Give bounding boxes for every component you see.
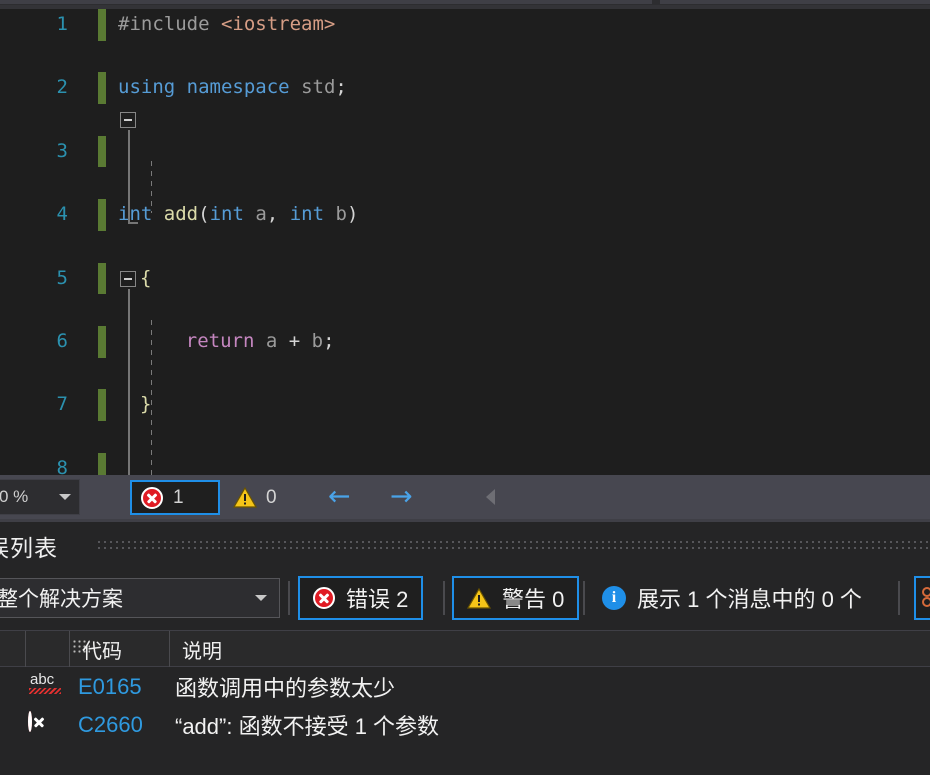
line-text: #include <iostream> xyxy=(118,13,336,35)
code-line[interactable]: 8 xyxy=(0,452,930,475)
line-text: return a + b; xyxy=(140,329,335,352)
code-line[interactable]: 1 #include <iostream> xyxy=(0,9,930,41)
warning-triangle-icon xyxy=(233,487,257,508)
filter-warnings-label: 警告 0 xyxy=(502,587,565,612)
line-number: 3 xyxy=(56,139,68,162)
line-number: 6 xyxy=(56,329,68,352)
navigate-back-icon[interactable]: ← xyxy=(328,483,351,511)
indent-guide xyxy=(151,161,152,213)
code-editor[interactable]: 1 #include <iostream> 2 using namespace … xyxy=(0,9,930,475)
error-circle-icon xyxy=(313,587,335,609)
toolbar-separator xyxy=(288,581,290,615)
line-text: using namespace std; xyxy=(118,76,347,99)
changed-marker xyxy=(98,262,106,295)
line-number: 2 xyxy=(56,76,68,99)
filter-errors-label: 错误 2 xyxy=(346,587,409,612)
code-line[interactable]: 3 xyxy=(0,135,930,168)
tab-well-strip xyxy=(0,0,930,9)
grid-header-row: 代码 说明 xyxy=(0,630,930,667)
toolbar-separator xyxy=(443,581,445,615)
error-list-panel: 误列表 整个解决方案 错误 2 xyxy=(0,519,930,775)
code-line[interactable]: 6 return a + b; xyxy=(0,325,930,358)
filter-messages-button[interactable]: i 展示 1 个消息中的 0 个 xyxy=(592,576,872,620)
tab-strip-left xyxy=(0,0,652,4)
changed-marker xyxy=(98,389,106,421)
status-error-count[interactable]: 1 xyxy=(130,480,220,515)
error-list-search-input[interactable] xyxy=(914,576,930,620)
abc-squiggle-icon: abc xyxy=(28,671,62,702)
row-description: “add”: 函数不接受 1 个参数 xyxy=(175,714,440,739)
status-warning-count[interactable]: 0 xyxy=(233,480,277,515)
table-row[interactable]: C2660 “add”: 函数不接受 1 个参数 xyxy=(0,706,930,744)
panel-drag-handle[interactable] xyxy=(96,539,930,552)
changed-marker xyxy=(98,72,106,105)
panel-divider xyxy=(0,519,930,522)
status-error-number: 1 xyxy=(173,486,184,508)
status-warning-number: 0 xyxy=(266,486,277,508)
error-list-grid: 代码 说明 abc E0165 函数调用中的参数太少 C2660 “add”: … xyxy=(0,630,930,775)
code-line[interactable]: 2 using namespace std; xyxy=(0,72,930,105)
changed-marker xyxy=(98,199,106,231)
line-number: 5 xyxy=(56,266,68,289)
zoom-level-value: 0 % xyxy=(0,487,29,506)
navigate-forward-icon[interactable]: → xyxy=(390,483,413,511)
row-code[interactable]: C2660 xyxy=(78,706,143,744)
grid-header-desc[interactable]: 说明 xyxy=(170,631,930,667)
vs-editor-window: 1 #include <iostream> 2 using namespace … xyxy=(0,0,930,775)
chevron-down-icon xyxy=(255,595,267,601)
error-list-toolbar: 整个解决方案 错误 2 警告 0 i 展示 1 个消息中的 0 个 xyxy=(0,575,930,623)
changed-marker xyxy=(98,325,106,358)
code-line[interactable]: 5 { xyxy=(0,262,930,295)
grid-header-icon[interactable] xyxy=(26,631,90,667)
collapse-panel-arrow-icon[interactable] xyxy=(486,489,495,505)
grid-header-selector[interactable] xyxy=(0,631,26,667)
toolbar-separator xyxy=(898,581,900,615)
search-icon xyxy=(920,586,930,613)
changed-marker xyxy=(98,9,106,41)
table-row[interactable]: abc E0165 函数调用中的参数太少 xyxy=(0,668,930,706)
scope-filter-combobox[interactable]: 整个解决方案 xyxy=(0,578,280,618)
filter-warnings-button[interactable]: 警告 0 xyxy=(452,576,580,620)
line-text: { xyxy=(140,266,152,289)
collapse-toggle-main[interactable] xyxy=(120,271,136,287)
code-line[interactable]: 4 int add(int a, int b) xyxy=(0,199,930,231)
line-number: 8 xyxy=(56,456,68,475)
line-number: 7 xyxy=(56,393,68,416)
tab-strip-right xyxy=(660,0,930,4)
editor-status-bar: 0 % 1 0 ← → xyxy=(0,475,930,519)
line-number: 4 xyxy=(56,203,68,226)
error-circle-icon xyxy=(28,711,62,743)
row-code[interactable]: E0165 xyxy=(78,668,142,706)
error-circle-icon xyxy=(141,486,163,509)
zoom-level-combobox[interactable]: 0 % xyxy=(0,479,80,515)
outline-rail-main xyxy=(128,289,130,475)
changed-marker xyxy=(98,135,106,168)
code-line[interactable]: 7 } xyxy=(0,389,930,421)
filter-messages-label: 展示 1 个消息中的 0 个 xyxy=(637,587,862,612)
collapse-toggle-add[interactable] xyxy=(120,112,136,128)
panel-title: 误列表 xyxy=(0,535,58,561)
line-text: } xyxy=(140,393,152,416)
indent-guide xyxy=(151,320,152,475)
row-description: 函数调用中的参数太少 xyxy=(175,676,396,701)
outline-rail-add xyxy=(128,130,138,224)
line-text: int add(int a, int b) xyxy=(118,203,359,226)
filter-errors-button[interactable]: 错误 2 xyxy=(298,576,424,620)
info-circle-icon: i xyxy=(602,586,626,610)
line-number: 1 xyxy=(56,13,68,35)
changed-marker xyxy=(98,452,106,475)
toolbar-separator xyxy=(583,581,585,615)
outline-rail-foot xyxy=(128,222,138,224)
grid-body: abc E0165 函数调用中的参数太少 C2660 “add”: 函数不接受 … xyxy=(0,668,930,744)
grid-header-code[interactable]: 代码 xyxy=(70,631,170,667)
chevron-down-icon xyxy=(59,494,71,500)
warning-triangle-icon xyxy=(467,587,491,609)
scope-filter-value: 整个解决方案 xyxy=(0,588,123,611)
